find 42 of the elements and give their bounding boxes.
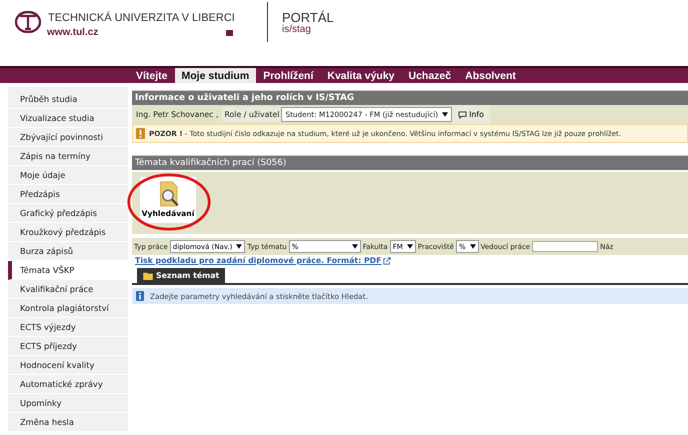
sidebar-item[interactable]: Kvalifikační práce xyxy=(8,280,128,299)
speech-bubble-icon xyxy=(458,110,468,118)
sidebar-item[interactable]: Hodnocení kvality xyxy=(8,356,128,375)
nav-tab[interactable]: Uchazeč xyxy=(402,68,458,83)
dropdown-arrow-icon xyxy=(352,244,358,249)
sidebar-item[interactable]: Zápis na termíny xyxy=(8,147,128,166)
dropdown-arrow-icon xyxy=(406,244,413,249)
sidebar-item[interactable]: ECTS příjezdy xyxy=(8,337,128,356)
filter-input[interactable] xyxy=(532,241,598,252)
folder-icon xyxy=(143,272,153,280)
panel-title: Témata kvalifikačních prací (S056) xyxy=(132,155,688,170)
website-link[interactable]: www.tul.cz xyxy=(47,27,98,38)
nav-tab[interactable]: Vítejte xyxy=(129,68,175,83)
exclamation-icon xyxy=(136,128,145,139)
portal-title: PORTÁL xyxy=(282,10,334,25)
square-icon xyxy=(226,30,233,36)
sidebar-item[interactable]: Kroužkový předzápis xyxy=(8,223,128,242)
sidebar-item[interactable]: Upomínky xyxy=(8,394,128,413)
nav-tab[interactable]: Prohlížení xyxy=(256,68,320,83)
nav-tab[interactable]: Absolvent xyxy=(458,68,523,83)
external-link-icon xyxy=(383,256,392,264)
university-name: TECHNICKÁ UNIVERZITA V LIBERCI xyxy=(47,10,233,26)
nav-tab[interactable]: Moje studium xyxy=(174,68,256,83)
sidebar-item[interactable]: ECTS výjezdy xyxy=(8,318,128,337)
info-icon xyxy=(136,291,144,301)
sidebar-item[interactable]: Předzápis xyxy=(8,185,128,204)
dropdown-arrow-icon xyxy=(442,112,448,117)
dropdown-arrow-icon xyxy=(470,244,476,249)
sidebar-item[interactable]: Změna hesla xyxy=(8,413,128,432)
sidebar-item[interactable]: Vizualizace studia xyxy=(8,109,128,128)
sidebar-item[interactable]: Grafický předzápis xyxy=(8,204,128,223)
nav-tab[interactable]: Kvalita výuky xyxy=(320,68,402,83)
portal-subtitle: is/stag xyxy=(282,24,312,35)
sidebar-item[interactable]: Moje údaje xyxy=(8,166,128,185)
sidebar-item[interactable]: Průběh studia xyxy=(8,90,128,109)
panel-title: Informace o uživateli a jeho rolích v IS/STAG xyxy=(132,90,688,105)
sidebar-item[interactable]: Automatické zprávy xyxy=(8,375,128,394)
dropdown-arrow-icon xyxy=(236,244,242,249)
sidebar-item[interactable]: Zbývající povinnosti xyxy=(8,128,128,147)
university-logo-icon xyxy=(15,11,41,33)
sidebar-item[interactable]: Kontrola plagiátorství xyxy=(8,299,128,318)
sidebar-item[interactable]: Témata VŠKP xyxy=(8,261,128,280)
